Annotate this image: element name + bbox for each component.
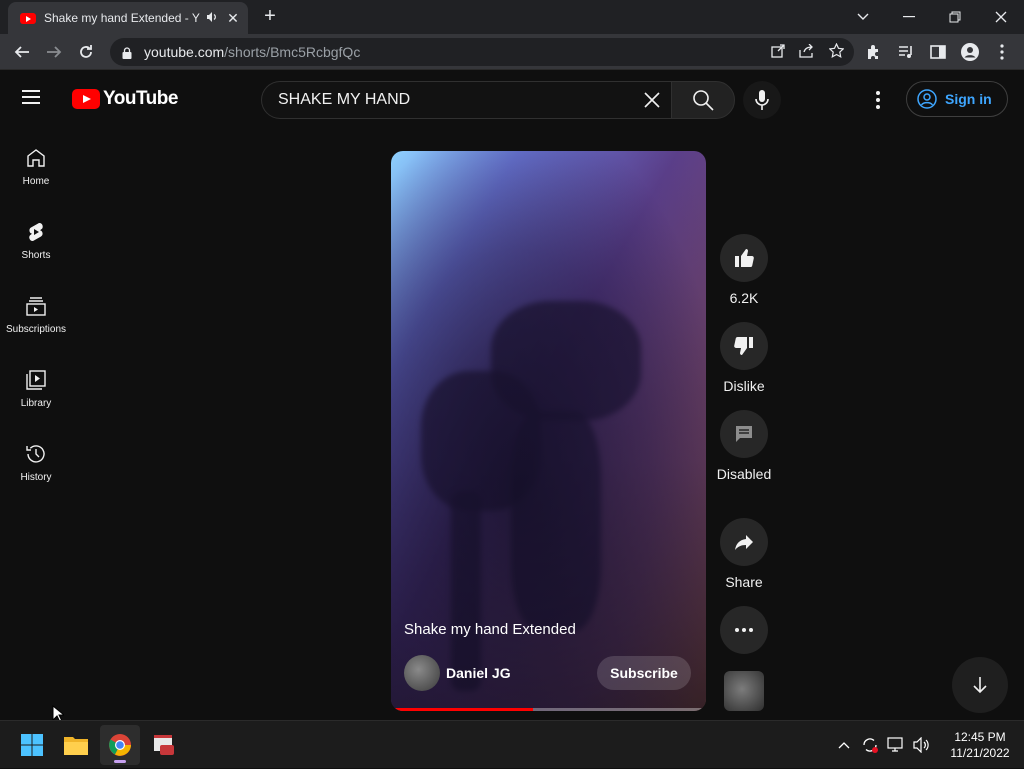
profile-icon[interactable]: [956, 38, 984, 66]
tab-search-chevron-icon[interactable]: [840, 0, 886, 34]
voice-search-button[interactable]: [743, 81, 781, 119]
comment-icon: [736, 426, 752, 442]
network-icon[interactable]: [884, 733, 908, 757]
microphone-icon: [755, 90, 769, 110]
lock-icon[interactable]: [122, 46, 132, 59]
tab-title: Shake my hand Extended - Y: [44, 11, 200, 25]
youtube-masthead: YouTube SHAKE MY HAND Sign in: [0, 70, 1024, 126]
subscribe-button[interactable]: Subscribe: [597, 656, 691, 690]
new-tab-button[interactable]: +: [258, 5, 282, 29]
app-window-icon: [154, 735, 174, 755]
bookmark-star-icon[interactable]: [828, 42, 845, 61]
search-icon: [693, 90, 714, 111]
history-icon: [26, 445, 45, 463]
share-label: Share: [725, 574, 763, 590]
clock-time: 12:45 PM: [954, 730, 1006, 744]
address-bar[interactable]: youtube.com/shorts/Bmc5RcbgfQc: [110, 38, 854, 66]
account-circle-icon: [917, 89, 937, 109]
sign-in-button[interactable]: Sign in: [906, 81, 1008, 117]
thumbs-up-icon: [735, 249, 754, 268]
taskbar-file-explorer[interactable]: [56, 725, 96, 765]
share-button[interactable]: Share: [716, 518, 772, 592]
youtube-logo[interactable]: YouTube: [72, 88, 178, 110]
tab-close-icon[interactable]: ✕: [226, 10, 240, 27]
chrome-icon: [109, 734, 131, 756]
home-icon: [27, 149, 45, 167]
like-button[interactable]: 6.2K: [716, 234, 772, 308]
channel-name[interactable]: Daniel JG: [446, 665, 511, 681]
like-count: 6.2K: [729, 290, 759, 306]
browser-tab[interactable]: Shake my hand Extended - Y ✕: [8, 2, 248, 34]
youtube-play-logo-icon: [72, 89, 100, 109]
folder-icon: [64, 737, 88, 755]
sidebar-item-history[interactable]: History: [0, 422, 72, 496]
windows-taskbar: 12:45 PM 11/21/2022: [0, 720, 1024, 768]
windows-logo-icon: [21, 734, 43, 756]
shorts-video-player[interactable]: Shake my hand Extended Daniel JG Subscri…: [391, 151, 706, 711]
taskbar-app-window[interactable]: [144, 725, 184, 765]
more-options-button[interactable]: [716, 606, 772, 660]
system-clock[interactable]: 12:45 PM 11/21/2022: [936, 729, 1024, 761]
clock-date: 11/21/2022: [950, 746, 1010, 760]
dislike-button[interactable]: Dislike: [716, 322, 772, 396]
sidebar-item-label: Subscriptions: [5, 324, 67, 335]
sidebar-item-label: Shorts: [21, 250, 51, 261]
show-hidden-icons-chevron-icon[interactable]: [832, 733, 856, 757]
video-progress-bar[interactable]: [391, 708, 706, 711]
sidebar-item-label: History: [20, 472, 52, 483]
minimize-button[interactable]: [886, 0, 932, 34]
share-arrow-icon: [735, 535, 753, 550]
restore-button[interactable]: [932, 0, 978, 34]
sound-thumbnail[interactable]: [724, 671, 764, 711]
sidebar-item-shorts[interactable]: Shorts: [0, 200, 72, 274]
share-page-icon[interactable]: [799, 43, 815, 61]
library-icon: [26, 370, 46, 390]
search-input[interactable]: SHAKE MY HAND: [261, 81, 671, 119]
settings-kebab-icon[interactable]: [866, 88, 890, 112]
search-button[interactable]: [671, 81, 735, 119]
more-horizontal-icon: [735, 628, 753, 632]
reload-icon[interactable]: [72, 38, 100, 66]
speaker-icon[interactable]: [206, 11, 220, 26]
sign-in-label: Sign in: [945, 91, 992, 107]
arrow-down-icon: [973, 677, 987, 694]
sidebar-item-library[interactable]: Library: [0, 348, 72, 422]
forward-arrow-icon[interactable]: [40, 38, 68, 66]
thumbs-down-icon: [734, 336, 753, 355]
sync-alert-icon[interactable]: [858, 733, 882, 757]
comments-label: Disabled: [716, 466, 772, 482]
shorts-icon: [29, 222, 43, 242]
media-queue-icon[interactable]: [892, 38, 920, 66]
channel-avatar[interactable]: [404, 655, 440, 691]
browser-toolbar: youtube.com/shorts/Bmc5RcbgfQc: [0, 34, 1024, 70]
sidebar-item-home[interactable]: Home: [0, 126, 72, 200]
clear-search-icon[interactable]: [640, 88, 664, 112]
sidebar-item-label: Home: [22, 176, 50, 187]
sidebar-item-subscriptions[interactable]: Subscriptions: [0, 274, 72, 348]
browser-menu-icon[interactable]: [988, 38, 1016, 66]
url-path: /shorts/Bmc5RcbgfQc: [224, 44, 361, 60]
channel-info[interactable]: Daniel JG: [404, 655, 511, 691]
back-arrow-icon[interactable]: [8, 38, 36, 66]
taskbar-chrome[interactable]: [100, 725, 140, 765]
video-progress-fill: [391, 708, 533, 711]
url-host: youtube.com: [144, 44, 225, 60]
sidebar-item-label: Library: [20, 398, 52, 409]
next-video-button[interactable]: [952, 657, 1008, 713]
extensions-puzzle-icon[interactable]: [860, 38, 888, 66]
system-tray: 12:45 PM 11/21/2022: [832, 721, 1024, 769]
volume-icon[interactable]: [910, 733, 934, 757]
youtube-favicon-icon: [20, 12, 36, 24]
dislike-label: Dislike: [723, 378, 765, 394]
comments-button[interactable]: Disabled: [716, 410, 772, 484]
youtube-logo-text: YouTube: [103, 88, 178, 109]
close-window-button[interactable]: [978, 0, 1024, 34]
browser-titlebar: Shake my hand Extended - Y ✕ +: [0, 0, 1024, 34]
windows-start-button[interactable]: [12, 725, 52, 765]
subscriptions-icon: [26, 297, 46, 316]
side-panel-icon[interactable]: [924, 38, 952, 66]
video-title[interactable]: Shake my hand Extended: [404, 621, 576, 638]
open-in-app-icon[interactable]: [771, 43, 785, 61]
hamburger-menu-icon[interactable]: [22, 90, 50, 108]
